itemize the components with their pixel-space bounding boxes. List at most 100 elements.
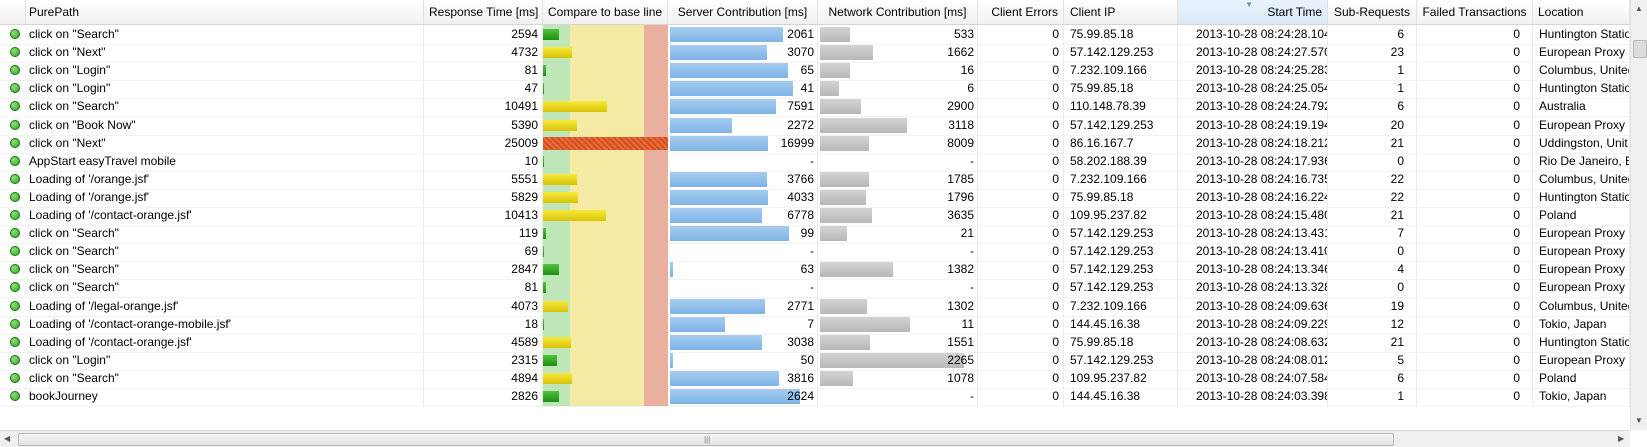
header-purepath[interactable]: PurePath xyxy=(26,0,424,24)
network-contribution-value: 1078 xyxy=(947,370,974,385)
table-body: click on "Search" 2594 2061 533 0 75.99.85.18… xyxy=(0,25,1630,426)
table-row[interactable]: Loading of '/orange.jsf' 5551 3766 1785 0 7.2… xyxy=(0,169,1630,190)
start-time-value: 2013-10-28 08:24:18.212 xyxy=(1178,133,1328,153)
vertical-scrollbar[interactable]: ▲ ▼ xyxy=(1630,0,1647,430)
purepath-name[interactable]: click on "Search" xyxy=(26,25,424,44)
table-row[interactable]: click on "Search" 119 99 21 0 57.142.129.253 2… xyxy=(0,224,1630,245)
purepath-name[interactable]: AppStart easyTravel mobile xyxy=(26,151,424,171)
scroll-left-arrow-icon[interactable]: ◀ xyxy=(4,434,10,443)
client-ip-value: 57.142.129.253 xyxy=(1064,115,1178,135)
purepath-name[interactable]: click on "Next" xyxy=(26,133,424,153)
scroll-down-arrow-icon[interactable]: ▼ xyxy=(1635,416,1643,425)
header-compare-baseline[interactable]: Compare to base line xyxy=(543,0,668,24)
status-ok-icon xyxy=(10,318,20,329)
table-row[interactable]: click on "Search" 10491 7591 2900 0 110.148.7… xyxy=(0,97,1630,118)
scroll-up-arrow-icon[interactable]: ▲ xyxy=(1635,4,1643,13)
purepath-name[interactable]: Loading of '/contact-orange-mobile.jsf' xyxy=(26,314,424,334)
network-contribution-cell: - xyxy=(818,387,978,406)
table-row[interactable]: Loading of '/contact-orange-mobile.jsf' 1… xyxy=(0,314,1630,335)
response-time-value: 2594 xyxy=(424,25,543,44)
purepath-name[interactable]: click on "Search" xyxy=(26,97,424,117)
purepath-name[interactable]: click on "Book Now" xyxy=(26,115,424,135)
start-time-value: 2013-10-28 08:24:13.431 xyxy=(1178,224,1328,244)
response-time-value: 10413 xyxy=(424,206,543,225)
client-errors-value: 0 xyxy=(978,224,1064,244)
server-contribution-cell: 99 xyxy=(668,224,818,244)
sub-requests-value: 1 xyxy=(1328,79,1417,99)
network-contribution-cell: 1551 xyxy=(818,332,978,352)
purepath-name[interactable]: Loading of '/orange.jsf' xyxy=(26,187,424,207)
start-time-value: 2013-10-28 08:24:09.229 xyxy=(1178,314,1328,334)
network-contribution-cell: - xyxy=(818,278,978,298)
server-contribution-value: 3038 xyxy=(787,334,814,349)
table-row[interactable]: click on "Search" 2847 63 1382 0 57.142.129.2… xyxy=(0,260,1630,281)
header-client-errors[interactable]: Client Errors xyxy=(978,0,1064,24)
baseline-bar xyxy=(543,101,607,113)
start-time-value: 2013-10-28 08:24:16.735 xyxy=(1178,169,1328,189)
table-row[interactable]: click on "Login" 2315 50 2265 0 57.142.129.25… xyxy=(0,350,1630,371)
status-ok-icon xyxy=(10,47,20,58)
table-row[interactable]: Loading of '/legal-orange.jsf' 4073 2771 13… xyxy=(0,296,1630,317)
baseline-bar xyxy=(543,282,546,294)
purepath-name[interactable]: click on "Login" xyxy=(26,79,424,99)
table-row[interactable]: click on "Next" 25009 16999 8009 0 86.16.167.… xyxy=(0,133,1630,154)
sub-requests-value: 6 xyxy=(1328,97,1417,117)
header-status-column[interactable] xyxy=(0,0,26,24)
purepath-name[interactable]: click on "Search" xyxy=(26,224,424,244)
network-contribution-cell: 1302 xyxy=(818,296,978,316)
purepath-name[interactable]: Loading of '/orange.jsf' xyxy=(26,169,424,189)
table-row[interactable]: click on "Search" 69- -0 57.142.129.253 2013… xyxy=(0,242,1630,263)
purepath-name[interactable]: click on "Login" xyxy=(26,350,424,370)
purepath-name[interactable]: Loading of '/contact-orange.jsf' xyxy=(26,206,424,225)
purepath-name[interactable]: Loading of '/legal-orange.jsf' xyxy=(26,296,424,316)
header-start-time[interactable]: ▼ Start Time xyxy=(1178,0,1328,24)
table-row[interactable]: click on "Search" 4894 3816 1078 0 109.95.237… xyxy=(0,368,1630,389)
horizontal-scrollbar[interactable]: ◀ ||| ▶ xyxy=(0,430,1630,447)
header-sub-requests[interactable]: Sub-Requests xyxy=(1328,0,1417,24)
header-client-ip[interactable]: Client IP xyxy=(1064,0,1178,24)
location-value: Tokio, Japan xyxy=(1533,314,1630,334)
client-errors-value: 0 xyxy=(978,61,1064,81)
baseline-comparison xyxy=(543,79,668,99)
horizontal-scroll-thumb[interactable]: ||| xyxy=(18,433,1394,446)
purepath-name[interactable]: Loading of '/contact-orange.jsf' xyxy=(26,332,424,352)
table-row[interactable]: AppStart easyTravel mobile 10- -0 58.202.18… xyxy=(0,151,1630,172)
baseline-comparison xyxy=(543,115,668,135)
table-row[interactable]: click on "Search" 81- -0 57.142.129.253 2013… xyxy=(0,278,1630,299)
header-failed-transactions[interactable]: Failed Transactions xyxy=(1417,0,1533,24)
network-contribution-value: 3635 xyxy=(947,208,974,222)
network-contribution-value: 1662 xyxy=(947,45,974,60)
table-row[interactable]: click on "Book Now" 5390 2272 3118 0 57.142.1… xyxy=(0,115,1630,136)
header-location[interactable]: Location xyxy=(1533,0,1630,24)
table-row[interactable]: bookJourney 2826 2624-0 144.45.16.38 2013-10… xyxy=(0,387,1630,407)
table-row[interactable]: Loading of '/contact-orange.jsf' 4589 3038… xyxy=(0,332,1630,353)
sub-requests-value: 7 xyxy=(1328,224,1417,244)
table-row[interactable]: Loading of '/contact-orange.jsf' 10413 677… xyxy=(0,206,1630,226)
header-server-contribution[interactable]: Server Contribution [ms] xyxy=(668,0,818,24)
purepath-name[interactable]: click on "Search" xyxy=(26,260,424,280)
sub-requests-value: 23 xyxy=(1328,43,1417,63)
table-row[interactable]: click on "Next" 4732 3070 1662 0 57.142.129.2… xyxy=(0,43,1630,64)
client-ip-value: 7.232.109.166 xyxy=(1064,169,1178,189)
purepath-name[interactable]: click on "Search" xyxy=(26,242,424,262)
client-errors-value: 0 xyxy=(978,169,1064,189)
vertical-scroll-thumb[interactable] xyxy=(1633,40,1647,58)
purepath-name[interactable]: click on "Login" xyxy=(26,61,424,81)
baseline-comparison xyxy=(543,278,668,298)
purepath-name[interactable]: click on "Next" xyxy=(26,43,424,63)
client-errors-value: 0 xyxy=(978,278,1064,298)
header-response-time[interactable]: Response Time [ms] xyxy=(424,0,543,24)
scroll-right-arrow-icon[interactable]: ▶ xyxy=(1618,434,1624,443)
header-network-contribution[interactable]: Network Contribution [ms] xyxy=(818,0,978,24)
table-row[interactable]: click on "Login" 81 65 16 0 7.232.109.166 2013… xyxy=(0,61,1630,82)
table-row[interactable]: click on "Login" 47 41 6 0 75.99.85.18 2013-10… xyxy=(0,79,1630,100)
purepath-name[interactable]: bookJourney xyxy=(26,387,424,406)
purepath-name[interactable]: click on "Search" xyxy=(26,278,424,298)
table-row[interactable]: click on "Search" 2594 2061 533 0 75.99.85.18… xyxy=(0,25,1630,45)
purepath-name[interactable]: click on "Search" xyxy=(26,368,424,388)
start-time-value: 2013-10-28 08:24:16.224 xyxy=(1178,187,1328,207)
baseline-comparison xyxy=(543,169,668,189)
table-row[interactable]: Loading of '/orange.jsf' 5829 4033 1796 0 75.… xyxy=(0,187,1630,208)
client-errors-value: 0 xyxy=(978,133,1064,153)
baseline-bar xyxy=(543,155,545,167)
